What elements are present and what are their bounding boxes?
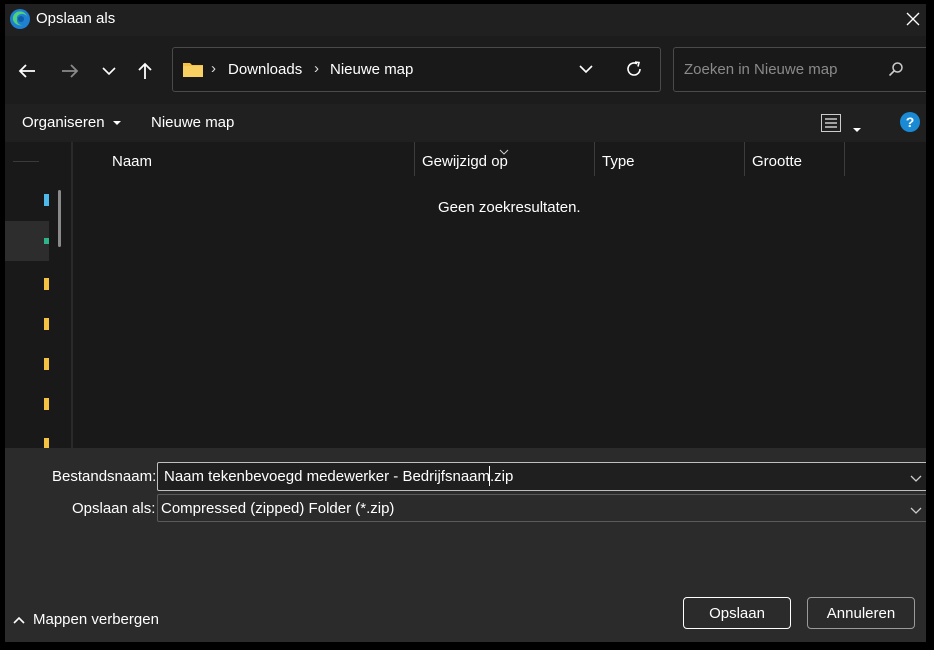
save-options-footer: Bestandsnaam: Naam tekenbevoegd medewerk… [5, 448, 926, 642]
filetype-chevron-down-icon[interactable] [910, 502, 922, 519]
pane-splitter[interactable] [71, 142, 73, 448]
hide-folders-label: Mappen verbergen [33, 611, 159, 628]
address-dropdown-chevron-down-icon[interactable] [578, 61, 594, 81]
svg-text:?: ? [906, 114, 915, 130]
nav-item-icon[interactable] [44, 194, 49, 206]
address-bar[interactable]: › Downloads › Nieuwe map [172, 47, 661, 92]
filetype-select[interactable]: Compressed (zipped) Folder (*.zip) [157, 494, 926, 522]
recent-locations-chevron-down-icon[interactable] [94, 56, 124, 86]
help-icon[interactable]: ? [899, 111, 921, 137]
forward-icon[interactable] [55, 56, 85, 86]
filetype-value: Compressed (zipped) Folder (*.zip) [161, 500, 395, 517]
column-type-label: Type [602, 153, 635, 170]
filename-field[interactable]: Naam tekenbevoegd medewerker - Bedrijfsn… [157, 462, 926, 491]
navigation-bar: › Downloads › Nieuwe map Zoeken in Nieuw… [5, 36, 926, 104]
breadcrumb-chevron-right-icon: › [314, 60, 319, 77]
save-button[interactable]: Opslaan [683, 597, 791, 629]
column-modified-label: Gewijzigd op [422, 153, 508, 170]
search-icon[interactable] [888, 61, 904, 81]
window-title: Opslaan als [36, 10, 116, 27]
nav-folder-icon[interactable] [44, 438, 49, 448]
nav-item-selected[interactable] [5, 221, 49, 261]
nav-scrollbar[interactable] [58, 190, 61, 247]
up-arrow-icon[interactable] [130, 56, 160, 86]
refresh-icon[interactable] [624, 59, 644, 83]
cancel-button[interactable]: Annuleren [807, 597, 915, 629]
column-separator[interactable] [844, 142, 845, 176]
nav-item-icon[interactable] [44, 238, 49, 244]
view-details-icon[interactable] [821, 114, 841, 136]
breadcrumb-downloads[interactable]: Downloads [228, 61, 302, 78]
column-size-label: Grootte [752, 153, 803, 170]
title-bar: Opslaan als [5, 4, 926, 36]
view-options-caret-down-icon[interactable] [852, 120, 862, 137]
organize-label: Organiseren [22, 114, 105, 131]
search-input[interactable]: Zoeken in Nieuwe map [684, 61, 837, 78]
nav-folder-icon[interactable] [44, 278, 49, 290]
organize-menu-button[interactable]: Organiseren [22, 114, 122, 131]
caret-down-icon [112, 121, 121, 126]
chevron-up-icon [13, 616, 25, 624]
nav-folder-icon[interactable] [44, 318, 49, 330]
save-as-dialog: Opslaan als › Downloads › Nieuwe map Zoe… [5, 4, 926, 642]
new-folder-button[interactable]: Nieuwe map [151, 114, 234, 131]
column-header-name[interactable]: Naam [105, 142, 415, 177]
close-icon[interactable] [900, 4, 926, 34]
column-name-label: Naam [112, 153, 153, 170]
nav-divider [13, 161, 39, 162]
breadcrumb-nieuwe-map[interactable]: Nieuwe map [330, 61, 413, 78]
search-box[interactable]: Zoeken in Nieuwe map [673, 47, 926, 92]
breadcrumb-chevron-right-icon: › [211, 60, 216, 77]
filename-label: Bestandsnaam: [52, 468, 157, 485]
nav-folder-icon[interactable] [44, 398, 49, 410]
folder-icon [183, 61, 203, 81]
column-header-size[interactable]: Grootte [745, 142, 845, 177]
navigation-pane[interactable] [5, 142, 61, 448]
hide-folders-toggle[interactable]: Mappen verbergen [13, 611, 159, 628]
filename-chevron-down-icon[interactable] [910, 470, 922, 487]
column-header-modified[interactable]: Gewijzigd op [415, 142, 595, 177]
text-cursor [489, 466, 490, 486]
filetype-label: Opslaan als: [72, 500, 156, 517]
edge-browser-icon [9, 8, 31, 30]
filename-input[interactable]: Naam tekenbevoegd medewerker - Bedrijfsn… [164, 468, 513, 485]
empty-results-message: Geen zoekresultaten. [438, 199, 581, 216]
nav-folder-icon[interactable] [44, 358, 49, 370]
column-header-type[interactable]: Type [595, 142, 745, 177]
content-area: Naam Gewijzigd op Type Grootte Geen zoek… [5, 142, 926, 448]
back-icon[interactable] [12, 56, 42, 86]
command-bar: Organiseren Nieuwe map ? [5, 104, 926, 142]
